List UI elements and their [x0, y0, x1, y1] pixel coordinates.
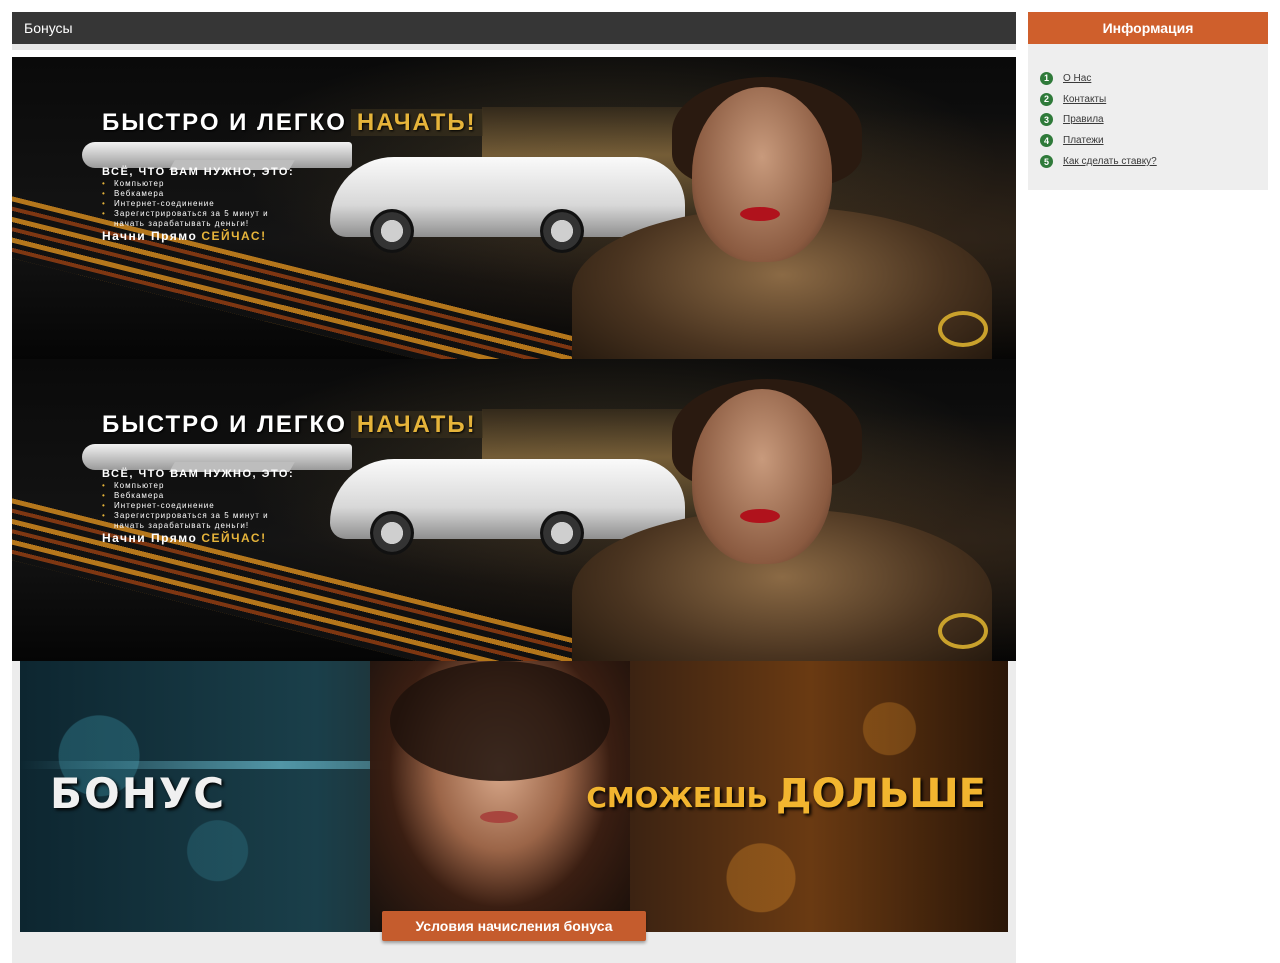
sidebar-info: 1 О Нас 2 Контакты 3 Правила 4 Платежи 5…: [1028, 44, 1268, 190]
promo-banner[interactable]: БЫСТРО И ЛЕГКО НАЧАТЬ! ВСЁ, ЧТО ВАМ НУЖНО…: [12, 57, 1016, 359]
woman-image: [572, 77, 992, 359]
link-how-to-bet[interactable]: Как сделать ставку?: [1063, 156, 1157, 167]
list-item: Компьютер: [102, 481, 269, 491]
banner-cta: Начни Прямо СЕЙЧАС!: [102, 229, 267, 243]
brand-emblem-icon: [938, 311, 988, 347]
number-badge-icon: 4: [1040, 134, 1053, 148]
section-header: Бонусы: [12, 12, 1016, 44]
list-item: Интернет-соединение: [102, 501, 269, 511]
banner-subheading: ВСЁ, ЧТО ВАМ НУЖНО, ЭТО:: [102, 468, 295, 480]
list-item: Вебкамера: [102, 189, 269, 199]
link-about[interactable]: О Нас: [1063, 73, 1091, 84]
number-badge-icon: 5: [1040, 155, 1053, 169]
bonus-banner: БОНУС СМОЖЕШЬ ДОЛЬШЕ: [20, 661, 1008, 932]
sidebar-item-rules: 3 Правила: [1040, 110, 1268, 131]
sidebar-item-contacts: 2 Контакты: [1040, 89, 1268, 110]
link-contacts[interactable]: Контакты: [1063, 94, 1106, 105]
list-item: Зарегистрироваться за 5 минут иначать за…: [102, 511, 269, 531]
sidebar-title: Информация: [1028, 12, 1268, 44]
banner-headline: БЫСТРО И ЛЕГКО НАЧАТЬ!: [102, 109, 483, 137]
brand-emblem-icon: [938, 613, 988, 649]
list-item: Вебкамера: [102, 491, 269, 501]
jet-image: [82, 444, 352, 470]
list-item: Компьютер: [102, 179, 269, 189]
number-badge-icon: 1: [1040, 71, 1053, 85]
header-underline: [12, 44, 1016, 50]
banner-cta: Начни Прямо СЕЙЧАС!: [102, 531, 267, 545]
woman-image: [572, 379, 992, 661]
banner-subheading: ВСЁ, ЧТО ВАМ НУЖНО, ЭТО:: [102, 166, 295, 178]
banner-headline: БЫСТРО И ЛЕГКО НАЧАТЬ!: [102, 411, 483, 439]
sidebar-item-payments: 4 Платежи: [1040, 130, 1268, 151]
sidebar-item-about: 1 О Нас: [1040, 68, 1268, 89]
list-item: Интернет-соединение: [102, 199, 269, 209]
list-item: Зарегистрироваться за 5 минут иначать за…: [102, 209, 269, 229]
banner-requirements-list: Компьютер Вебкамера Интернет-соединение …: [102, 481, 269, 531]
bonus-label: БОНУС: [50, 769, 227, 818]
link-rules[interactable]: Правила: [1063, 114, 1104, 125]
number-badge-icon: 2: [1040, 92, 1053, 106]
number-badge-icon: 3: [1040, 113, 1053, 127]
bonus-slogan: СМОЖЕШЬ ДОЛЬШЕ: [586, 771, 986, 817]
link-payments[interactable]: Платежи: [1063, 135, 1104, 146]
banner-requirements-list: Компьютер Вебкамера Интернет-соединение …: [102, 179, 269, 229]
sidebar-item-how-to-bet: 5 Как сделать ставку?: [1040, 151, 1268, 172]
promo-banner[interactable]: БЫСТРО И ЛЕГКО НАЧАТЬ! ВСЁ, ЧТО ВАМ НУЖНО…: [12, 359, 1016, 661]
sidebar-links: 1 О Нас 2 Контакты 3 Правила 4 Платежи 5…: [1028, 44, 1268, 172]
bonus-terms-button[interactable]: Условия начисления бонуса: [382, 911, 646, 941]
section-title: Бонусы: [24, 20, 73, 36]
jet-image: [82, 142, 352, 168]
